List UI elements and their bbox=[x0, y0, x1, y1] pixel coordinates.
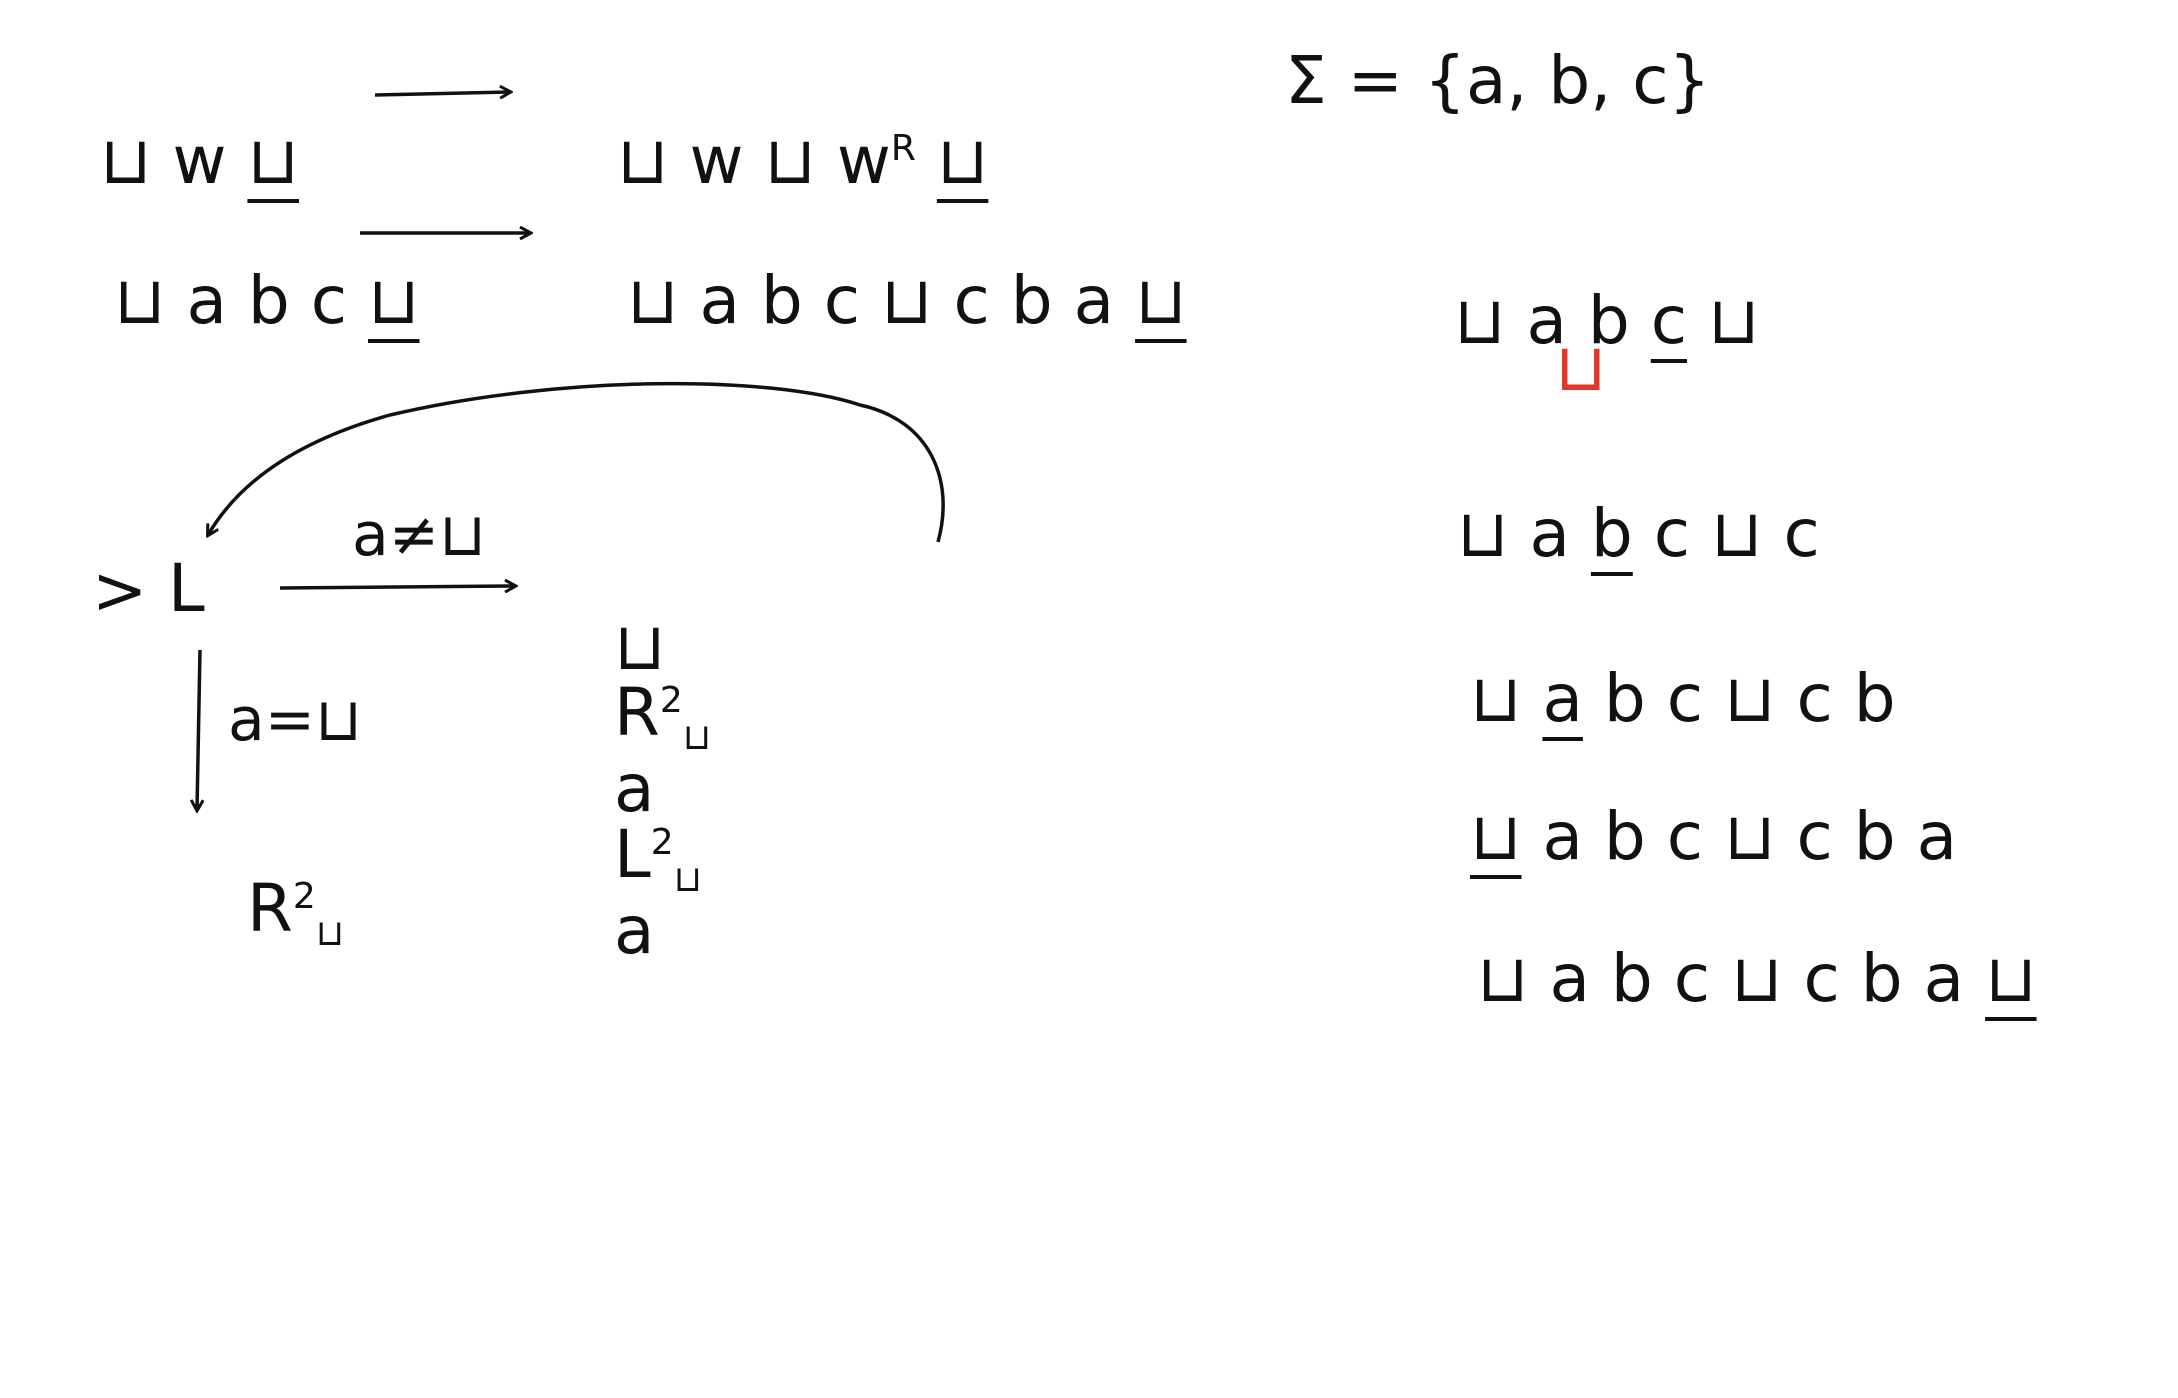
row2-input-tape: ⊔ a b c bbox=[113, 262, 369, 339]
edge-label-neq: a≠⊔ bbox=[352, 500, 486, 570]
row2-output-tape: ⊔ a b c ⊔ c b a bbox=[626, 262, 1136, 339]
trace-head-1: c bbox=[1650, 282, 1688, 359]
trace-step-4: ⊔ a b c ⊔ c b a bbox=[1469, 798, 1958, 875]
row1-output-tape: ⊔ w ⊔ w bbox=[616, 122, 891, 199]
halt-sup: 2 bbox=[292, 876, 316, 917]
trace-step-3: ⊔ a b c ⊔ c b bbox=[1469, 660, 1896, 737]
start-marker: > bbox=[92, 552, 148, 629]
row1-output-superscript: R bbox=[890, 128, 916, 169]
trace-red-blank: ⊔ bbox=[1555, 329, 1607, 406]
arrow-row1 bbox=[374, 92, 510, 95]
row1-output: ⊔ w ⊔ wR ⊔ bbox=[575, 62, 988, 194]
trace-head-4: ⊔ bbox=[1469, 798, 1522, 875]
row1-input-head: ⊔ bbox=[247, 122, 299, 199]
alphabet-definition: Σ = {a, b, c} bbox=[1285, 42, 1711, 119]
arrow-loop-back bbox=[208, 381, 945, 543]
arrow-eq-edge bbox=[197, 649, 200, 810]
chain-left-sub: ⊔ bbox=[673, 859, 702, 901]
chain-right-sub: ⊔ bbox=[682, 717, 711, 759]
trace-head-5: ⊔ bbox=[1985, 940, 2037, 1017]
row2-output-head: ⊔ bbox=[1135, 262, 1187, 339]
trace-step-5: ⊔ a b c ⊔ c b a ⊔ bbox=[1476, 940, 2037, 1017]
trace-step-2: ⊔ a b c ⊔ c bbox=[1456, 495, 1820, 572]
row2-output: ⊔ a b c ⊔ c b a ⊔ bbox=[585, 202, 1187, 334]
halt-machine: R2⊔ bbox=[246, 870, 344, 955]
trace-head-2: b bbox=[1590, 495, 1633, 572]
chain-write-a-2: a bbox=[613, 892, 655, 970]
start-state: L bbox=[168, 550, 205, 627]
row1-input: ⊔ w ⊔ bbox=[58, 62, 299, 194]
halt-sub: ⊔ bbox=[315, 913, 344, 955]
arrow-neq-edge bbox=[279, 586, 515, 588]
trace-head-3: a bbox=[1542, 660, 1583, 737]
chain-right-sup: 2 bbox=[659, 680, 683, 721]
edge-label-eq: a=⊔ bbox=[228, 685, 362, 755]
row2-input-head: ⊔ bbox=[368, 262, 420, 339]
chain-left-machine: L2⊔ bbox=[613, 816, 702, 901]
chain-right-machine: R2⊔ bbox=[613, 674, 711, 759]
row1-input-tape: ⊔ w bbox=[99, 122, 248, 199]
row2-input: ⊔ a b c ⊔ bbox=[72, 202, 420, 334]
machine-chain: ⊔ R2⊔ a L2⊔ a bbox=[572, 548, 711, 964]
row1-output-head: ⊔ bbox=[936, 122, 989, 199]
chain-left-sup: 2 bbox=[650, 822, 674, 864]
